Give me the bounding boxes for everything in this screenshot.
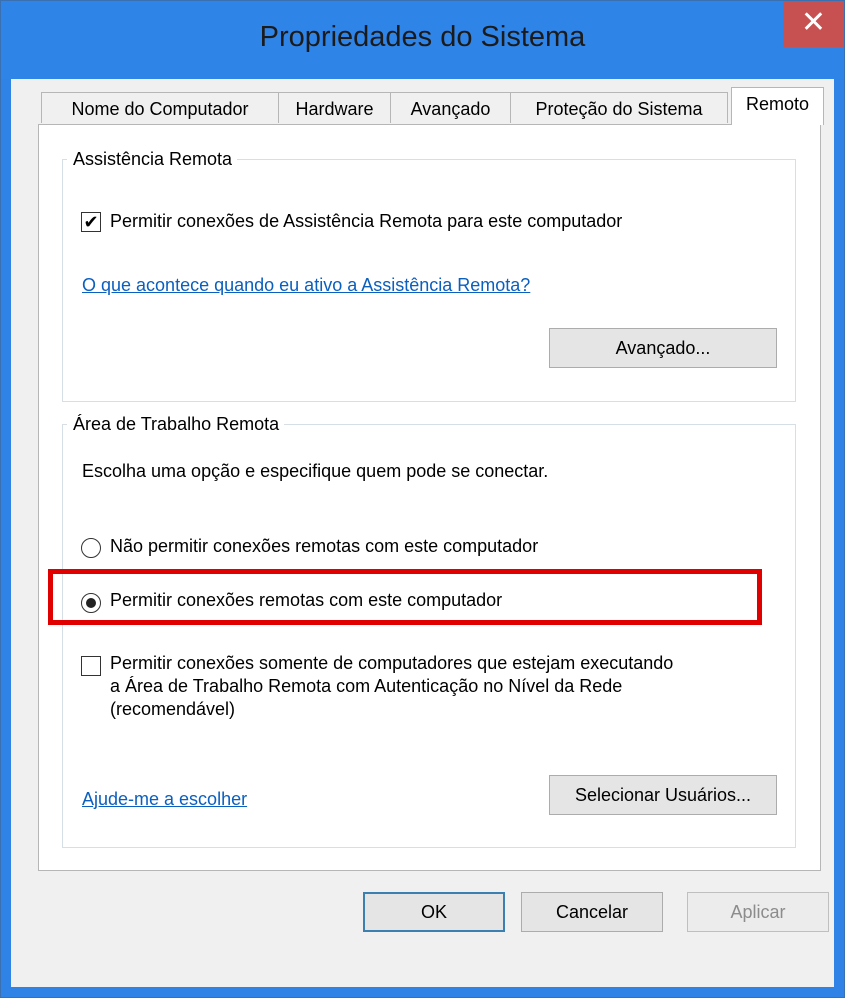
highlight-box xyxy=(48,569,762,625)
remote-desktop-instruction: Escolha uma opção e especifique quem pod… xyxy=(82,461,549,481)
deny-remote-connections-radio[interactable] xyxy=(81,538,101,558)
tab-panel-remote: Assistência Remota ✔ Permitir conexões d… xyxy=(38,124,821,871)
remote-assistance-advanced-button[interactable]: Avançado... xyxy=(549,328,777,368)
remote-assistance-help-link[interactable]: O que acontece quando eu ativo a Assistê… xyxy=(82,275,530,296)
close-icon: ✕ xyxy=(800,6,827,39)
tab-system-protection[interactable]: Proteção do Sistema xyxy=(510,92,728,123)
nla-only-label-line1[interactable]: Permitir conexões somente de computadore… xyxy=(110,653,673,674)
checkmark-icon: ✔ xyxy=(83,212,99,232)
nla-only-label-line2[interactable]: a Área de Trabalho Remota com Autenticaç… xyxy=(110,676,622,697)
select-users-button[interactable]: Selecionar Usuários... xyxy=(549,775,777,815)
close-button[interactable]: ✕ xyxy=(783,1,844,47)
dialog-client-area: Nome do Computador Hardware Avançado Pro… xyxy=(11,79,834,987)
deny-remote-connections-label[interactable]: Não permitir conexões remotas com este c… xyxy=(110,536,538,557)
help-me-choose-link[interactable]: Ajude-me a escolher xyxy=(82,789,247,810)
window-title: Propriedades do Sistema xyxy=(259,21,586,53)
cancel-button[interactable]: Cancelar xyxy=(521,892,663,932)
remote-assistance-legend: Assistência Remota xyxy=(73,149,233,169)
tab-remote[interactable]: Remoto xyxy=(731,87,824,125)
tab-advanced[interactable]: Avançado xyxy=(390,92,511,123)
tab-computer-name[interactable]: Nome do Computador xyxy=(41,92,279,123)
system-properties-window: Propriedades do Sistema ✕ Nome do Comput… xyxy=(0,0,845,998)
allow-remote-assistance-label[interactable]: Permitir conexões de Assistência Remota … xyxy=(110,211,622,232)
title-bar[interactable]: Propriedades do Sistema ✕ xyxy=(1,1,844,79)
remote-desktop-legend: Área de Trabalho Remota xyxy=(73,414,280,434)
nla-only-label-line3[interactable]: (recomendável) xyxy=(110,699,235,720)
nla-only-checkbox[interactable] xyxy=(81,656,101,676)
allow-remote-assistance-checkbox[interactable]: ✔ xyxy=(81,212,101,232)
apply-button[interactable]: Aplicar xyxy=(687,892,829,932)
tab-hardware[interactable]: Hardware xyxy=(278,92,391,123)
ok-button[interactable]: OK xyxy=(363,892,505,932)
